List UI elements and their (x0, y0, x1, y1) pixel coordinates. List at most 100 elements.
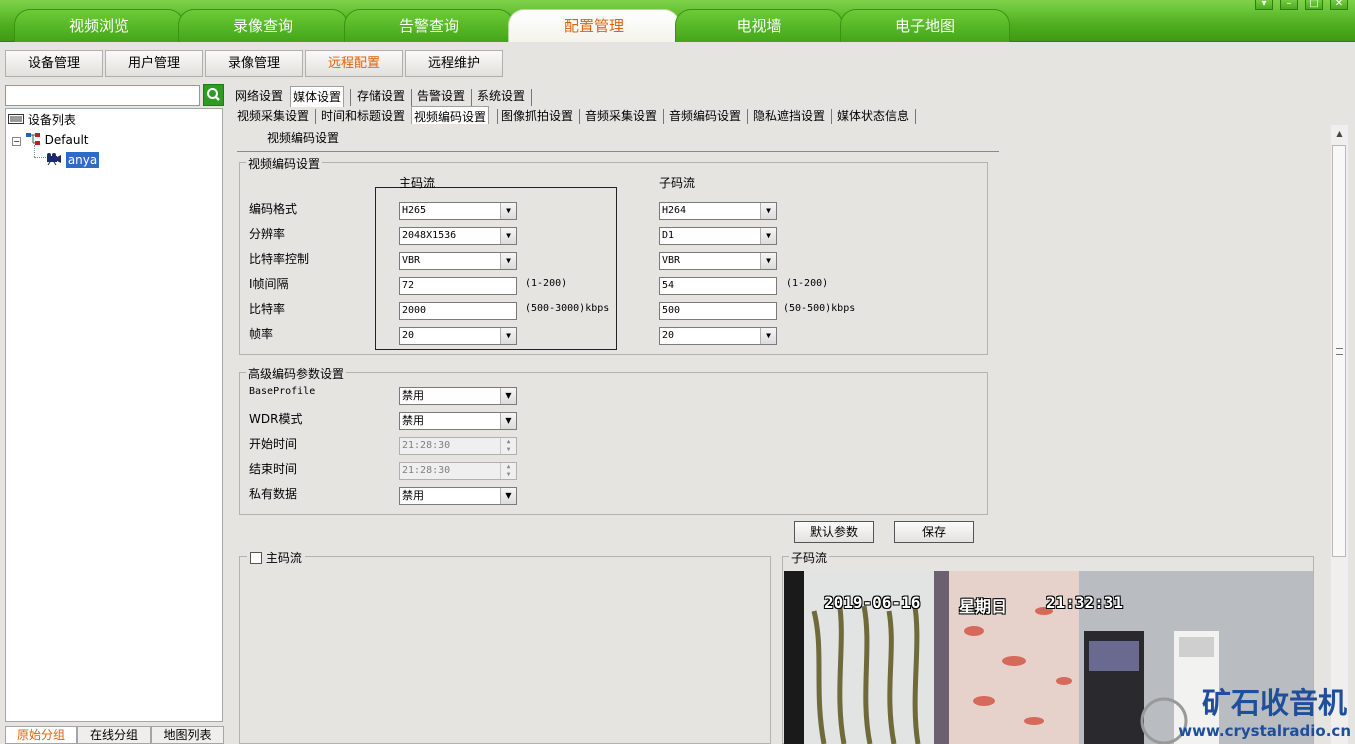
select-value: 20 (662, 330, 675, 341)
tab-image-snapshot[interactable]: 图像抓拍设置 (499, 106, 575, 126)
select-value: VBR (402, 255, 421, 266)
video-encoding-page: 视频编码设置 视频编码设置 主码流 子码流 编码格式 分辨率 比特率控制 I帧间… (229, 124, 1347, 744)
select-value: D1 (662, 230, 675, 241)
close-icon: ✕ (1334, 0, 1344, 9)
main-i-frame-interval-input[interactable]: 72 (399, 277, 517, 295)
sub-bitrate-input[interactable]: 500 (659, 302, 777, 320)
tree-root-row[interactable]: 设备列表 (8, 111, 76, 129)
collapse-icon[interactable]: − (12, 137, 21, 146)
tab-separator (471, 89, 472, 106)
main-codec-select[interactable]: H265 ▼ (399, 202, 517, 220)
group-legend: 高级编码参数设置 (246, 365, 347, 382)
main-tab-label: 视频浏览 (68, 17, 129, 35)
tab-alarm-settings[interactable]: 告警设置 (415, 86, 467, 106)
sub-i-frame-interval-input[interactable]: 54 (659, 277, 777, 295)
spin-down-icon[interactable]: ▼ (500, 471, 516, 479)
tree-root-label: 设备列表 (27, 113, 76, 127)
tab-video-capture[interactable]: 视频采集设置 (235, 106, 311, 126)
default-params-button[interactable]: 默认参数 (794, 521, 874, 543)
vertical-scrollbar[interactable]: ▲ (1331, 125, 1348, 744)
scrollbar-thumb[interactable] (1332, 145, 1346, 557)
spin-down-icon[interactable]: ▼ (500, 446, 516, 454)
sub-framerate-select[interactable]: 20 ▼ (659, 327, 777, 345)
record-manage-button[interactable]: 录像管理 (205, 50, 303, 77)
advanced-encoding-group: 高级编码参数设置 (239, 365, 988, 515)
tab-system-settings[interactable]: 系统设置 (475, 86, 527, 106)
main-i-frame-range-hint: (1-200) (525, 278, 568, 289)
base-profile-select[interactable]: 禁用 ▼ (399, 387, 517, 405)
tab-map-list[interactable]: 地图列表 (151, 726, 224, 744)
user-manage-button[interactable]: 用户管理 (105, 50, 203, 77)
main-bitrate-control-select[interactable]: VBR ▼ (399, 252, 517, 270)
end-time-spinner[interactable]: 21:28:30 ▲ ▼ (399, 462, 517, 480)
main-resolution-select[interactable]: 2048X1536 ▼ (399, 227, 517, 245)
framerate-label: 帧率 (249, 327, 274, 341)
maximize-button[interactable]: □ (1305, 0, 1323, 10)
save-button[interactable]: 保存 (894, 521, 974, 543)
osd-weekday: 星期日 (959, 597, 1008, 616)
tab-separator (411, 89, 412, 106)
sub-codec-select[interactable]: H264 ▼ (659, 202, 777, 220)
tab-label: 视频编码设置 (414, 110, 487, 124)
dropdown-arrow-icon: ▼ (760, 228, 776, 244)
tab-original-group[interactable]: 原始分组 (5, 726, 77, 744)
main-framerate-select[interactable]: 20 ▼ (399, 327, 517, 345)
tab-label: 图像抓拍设置 (501, 109, 574, 123)
tab-online-group[interactable]: 在线分组 (77, 726, 151, 744)
tree-connector (34, 145, 35, 157)
sub-stream-header: 子码流 (659, 176, 696, 190)
scroll-up-icon[interactable]: ▲ (1331, 125, 1348, 142)
main-stream-preview (239, 556, 771, 744)
main-tab-video-browse[interactable]: 视频浏览 (14, 9, 184, 42)
config-toolbar: 设备管理 用户管理 录像管理 远程配置 远程维护 (0, 43, 1355, 83)
tab-storage-settings[interactable]: 存储设置 (355, 86, 407, 106)
main-tab-record-query[interactable]: 录像查询 (178, 9, 348, 42)
spin-up-icon[interactable]: ▲ (500, 438, 516, 446)
close-button[interactable]: ✕ (1330, 0, 1348, 10)
button-label: 用户管理 (127, 56, 180, 71)
tab-label: 音频采集设置 (585, 109, 658, 123)
private-data-select[interactable]: 禁用 ▼ (399, 487, 517, 505)
remote-config-button[interactable]: 远程配置 (305, 50, 403, 77)
dropdown-arrow-icon: ▼ (500, 203, 516, 219)
main-tab-config-manage[interactable]: 配置管理 (508, 9, 680, 42)
dropdown-arrow-icon: ▼ (500, 413, 516, 429)
main-tab-tv-wall[interactable]: 电视墙 (675, 9, 843, 42)
tree-device-row[interactable]: anya (46, 151, 100, 169)
tab-network-settings[interactable]: 网络设置 (233, 86, 285, 106)
watermark-url: www.crystalradio.cn (1178, 722, 1351, 740)
minimize-button[interactable]: – (1280, 0, 1298, 10)
tab-audio-capture[interactable]: 音频采集设置 (583, 106, 659, 126)
menu-dropdown-button[interactable]: ▾ (1255, 0, 1273, 10)
spin-up-icon[interactable]: ▲ (500, 463, 516, 471)
remote-maintain-button[interactable]: 远程维护 (405, 50, 503, 77)
search-button[interactable] (203, 84, 224, 106)
minimize-icon: – (1286, 0, 1292, 9)
main-bitrate-input[interactable]: 2000 (399, 302, 517, 320)
start-time-spinner[interactable]: 21:28:30 ▲ ▼ (399, 437, 517, 455)
tab-privacy-mask[interactable]: 隐私遮挡设置 (751, 106, 827, 126)
title-divider (237, 151, 999, 152)
tree-group-row[interactable]: − Default (12, 131, 89, 149)
dropdown-arrow-icon: ▼ (760, 253, 776, 269)
tab-media-status[interactable]: 媒体状态信息 (835, 106, 911, 126)
wdr-mode-select[interactable]: 禁用 ▼ (399, 412, 517, 430)
tab-audio-encoding[interactable]: 音频编码设置 (667, 106, 743, 126)
main-stream-preview-header: 主码流 (247, 549, 305, 566)
tab-media-settings[interactable]: 媒体设置 (290, 86, 345, 107)
main-tab-e-map[interactable]: 电子地图 (840, 9, 1010, 42)
main-stream-header: 主码流 (399, 176, 436, 190)
tab-time-title[interactable]: 时间和标题设置 (319, 106, 407, 126)
tab-label: 隐私遮挡设置 (753, 109, 826, 123)
sub-resolution-select[interactable]: D1 ▼ (659, 227, 777, 245)
main-tab-alarm-query[interactable]: 告警查询 (344, 9, 514, 42)
dropdown-arrow-icon: ▼ (500, 388, 516, 404)
device-manage-button[interactable]: 设备管理 (5, 50, 103, 77)
sub-bitrate-control-select[interactable]: VBR ▼ (659, 252, 777, 270)
device-search-input[interactable] (5, 85, 200, 106)
start-time-label: 开始时间 (249, 437, 298, 451)
tab-label: 原始分组 (16, 728, 65, 742)
main-stream-checkbox[interactable] (250, 552, 262, 564)
tab-label: 网络设置 (235, 89, 284, 103)
tab-label: 时间和标题设置 (321, 109, 406, 123)
